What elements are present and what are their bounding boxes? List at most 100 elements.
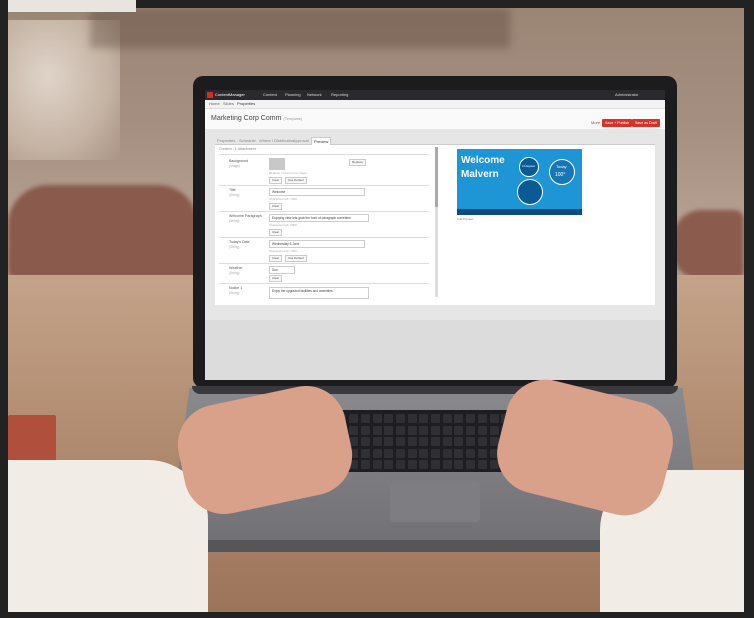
keyboard-key[interactable]	[419, 448, 429, 458]
keyboard-key[interactable]	[349, 425, 359, 435]
keyboard-key[interactable]	[431, 425, 440, 435]
keyboard-key[interactable]	[419, 437, 429, 446]
keyboard-key[interactable]	[384, 437, 394, 446]
tab-approval[interactable]: Approval	[291, 137, 311, 144]
keyboard-key[interactable]	[395, 437, 405, 446]
clear-button-weather[interactable]: Clear	[269, 275, 283, 282]
keyboard-key[interactable]	[442, 414, 452, 423]
keyboard-key[interactable]	[442, 460, 452, 469]
keyboard-key[interactable]	[442, 425, 452, 435]
keyboard-key[interactable]	[477, 425, 487, 435]
clear-button-title[interactable]: Clear	[269, 203, 283, 210]
keyboard-key[interactable]	[466, 425, 476, 435]
date-input[interactable]: Wednesday 6 June	[269, 240, 365, 248]
keyboard-key[interactable]	[407, 437, 417, 446]
title-input[interactable]: Welcome	[269, 188, 365, 196]
breadcrumb-home[interactable]: Home	[209, 101, 220, 106]
keyboard-key[interactable]	[454, 414, 464, 423]
form-scrollbar[interactable]	[435, 147, 438, 297]
keyboard-key[interactable]	[477, 414, 487, 423]
nav-item-content[interactable]: Content	[263, 92, 277, 97]
keyboard-key[interactable]	[466, 448, 476, 458]
save-publish-button[interactable]: Save + Publish	[602, 119, 633, 127]
keyboard-key[interactable]	[431, 448, 440, 458]
keyboard-key[interactable]	[360, 460, 370, 469]
keyboard-key[interactable]	[360, 425, 370, 435]
weather-select[interactable]: Sun	[269, 266, 295, 274]
keyboard-key[interactable]	[349, 414, 359, 423]
default-button-date[interactable]: Use Default	[285, 255, 307, 262]
more-link[interactable]: More	[591, 120, 600, 125]
keyboard-key[interactable]	[431, 460, 440, 469]
keyboard-key[interactable]	[407, 448, 417, 458]
keyboard-key[interactable]	[477, 460, 487, 469]
form-scrollbar-thumb[interactable]	[435, 147, 438, 207]
default-button-background[interactable]: Use Default	[285, 177, 307, 184]
clear-button-date[interactable]: Clear	[269, 255, 283, 262]
keyboard-key[interactable]	[395, 414, 405, 423]
notice-input[interactable]: Enjoy the upgraded facilities and amenit…	[269, 287, 369, 299]
keyboard-key[interactable]	[466, 460, 476, 469]
keyboard-key[interactable]	[489, 425, 499, 435]
keyboard-key[interactable]	[419, 460, 429, 469]
divider	[219, 263, 429, 264]
nav-item-network[interactable]: Network	[307, 92, 322, 97]
keyboard-key[interactable]	[454, 425, 464, 435]
keyboard-key[interactable]	[407, 425, 417, 435]
divider	[219, 211, 429, 212]
field-type-date: (String)	[229, 245, 240, 249]
background-thumbnail[interactable]	[269, 158, 285, 170]
keyboard-key[interactable]	[466, 414, 476, 423]
keyboard-key[interactable]	[395, 448, 405, 458]
keyboard-key[interactable]	[454, 448, 464, 458]
keyboard-key[interactable]	[442, 448, 452, 458]
keyboard-key[interactable]	[384, 414, 394, 423]
nav-item-reporting[interactable]: Reporting	[331, 92, 348, 97]
keyboard-key[interactable]	[384, 460, 394, 469]
clear-button-background[interactable]: Clear	[269, 177, 283, 184]
field-label-welcome-paragraph: Welcome Paragraph	[229, 214, 262, 218]
slide-preview[interactable]: Welcome Malvern 13 degrees Today 100°	[457, 149, 582, 215]
welcome-paragraph-input[interactable]: Enjoying view lets grab the front of par…	[269, 214, 369, 222]
keyboard-key[interactable]	[372, 414, 382, 423]
tab-schedule[interactable]: Schedule	[237, 137, 258, 144]
save-draft-button[interactable]: Save as Draft	[632, 119, 660, 127]
keyboard-key[interactable]	[454, 460, 464, 469]
keyboard-key[interactable]	[372, 425, 382, 435]
tab-properties[interactable]: Properties	[215, 137, 237, 144]
laptop-trackpad[interactable]	[390, 482, 480, 522]
keyboard-key[interactable]	[360, 414, 370, 423]
keyboard-key[interactable]	[407, 460, 417, 469]
keyboard-key[interactable]	[384, 425, 394, 435]
nav-item-planning[interactable]: Planning	[285, 92, 301, 97]
clear-button-welcome-paragraph[interactable]: Clear	[269, 229, 283, 236]
keyboard-key[interactable]	[360, 437, 370, 446]
keyboard-key[interactable]	[489, 414, 499, 423]
keyboard-key[interactable]	[384, 448, 394, 458]
breadcrumb-slides[interactable]: Slides	[223, 101, 234, 106]
tab-preview[interactable]: Preview	[311, 137, 332, 145]
keyboard-key[interactable]	[466, 437, 476, 446]
keyboard-key[interactable]	[419, 414, 429, 423]
frame-right	[744, 0, 754, 618]
keyboard-key[interactable]	[419, 425, 429, 435]
keyboard-key[interactable]	[360, 448, 370, 458]
keyboard-key[interactable]	[395, 425, 405, 435]
keyboard-key[interactable]	[407, 414, 417, 423]
keyboard-key[interactable]	[431, 437, 440, 446]
keyboard-key[interactable]	[372, 460, 382, 469]
preview-welcome: Welcome	[461, 155, 505, 166]
keyboard-key[interactable]	[477, 437, 487, 446]
keyboard-key[interactable]	[454, 437, 464, 446]
keyboard-key[interactable]	[372, 437, 382, 446]
keyboard-key[interactable]	[477, 448, 487, 458]
preview-caption[interactable]: Full Preview	[457, 217, 473, 221]
field-type-title: (String)	[229, 193, 240, 197]
keyboard-key[interactable]	[372, 448, 382, 458]
keyboard-key[interactable]	[442, 437, 452, 446]
replace-button[interactable]: Replace	[349, 159, 367, 166]
keyboard-key[interactable]	[395, 460, 405, 469]
laptop-screen: ContentManager Content Planning Network …	[205, 90, 665, 380]
user-menu[interactable]: Administrator	[615, 92, 639, 97]
keyboard-key[interactable]	[431, 414, 440, 423]
